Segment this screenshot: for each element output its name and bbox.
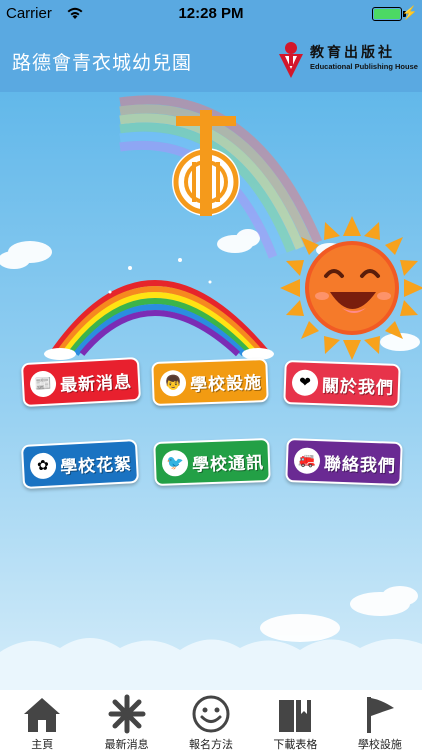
app-header: 路德會青衣城幼兒園 教育出版社 Educational Publishing H…: [0, 28, 422, 92]
smiley-icon: [192, 695, 230, 733]
hydrant-icon: 🚒: [293, 447, 321, 475]
flower-icon: ✿: [29, 452, 57, 480]
asterisk-icon: [108, 694, 146, 734]
tab-enrolment-label: 報名方法: [189, 738, 234, 750]
tab-home[interactable]: 主頁: [0, 690, 84, 750]
flag-icon: [366, 697, 394, 733]
status-bar: Carrier 12:28 PM ⚡: [0, 0, 422, 28]
contact-button-label: 聯絡我們: [323, 453, 397, 477]
heart-icon: ❤: [291, 369, 319, 397]
about-button-label: 關於我們: [321, 375, 395, 399]
home-icon: [24, 698, 61, 732]
home-screen: 📰 最新消息 👦 學校設施 ❤ 關於我們 ✿ 學校花絮 🐦 學校通訊 🚒 聯絡我…: [0, 92, 422, 690]
child-icon: 👦: [159, 369, 187, 397]
battery-icon: [372, 7, 402, 21]
tab-news[interactable]: 最新消息: [84, 690, 168, 750]
highlights-button[interactable]: ✿ 學校花絮: [20, 438, 140, 490]
clock: 12:28 PM: [178, 5, 244, 22]
newsletter-button-label: 學校通訊: [191, 452, 265, 476]
app-title: 路德會青衣城幼兒園: [12, 52, 193, 74]
tab-home-label: 主頁: [31, 738, 54, 750]
about-button[interactable]: ❤ 關於我們: [283, 359, 401, 409]
news-button-label: 最新消息: [59, 371, 133, 396]
contact-button[interactable]: 🚒 聯絡我們: [285, 437, 403, 487]
publisher-mark-icon: [279, 42, 303, 78]
tab-bar: 主頁 最新消息 報名方法 下載表格 學校設施: [0, 690, 422, 750]
cartoon-rainbow: [49, 280, 271, 357]
book-icon: [279, 700, 312, 732]
bird-icon: 🐦: [161, 449, 189, 477]
news-button[interactable]: 📰 最新消息: [20, 356, 142, 408]
facilities-button[interactable]: 👦 學校設施: [151, 357, 269, 407]
tab-news-label: 最新消息: [104, 738, 149, 750]
publisher-name: 教育出版社: [310, 45, 395, 61]
tab-enrolment[interactable]: 報名方法: [169, 690, 253, 750]
tab-facilities-label: 學校設施: [357, 738, 402, 750]
highlights-button-label: 學校花絮: [59, 453, 133, 478]
newspaper-icon: 📰: [29, 370, 57, 398]
publisher-logo: 教育出版社 Educational Publishing House: [278, 40, 418, 82]
publisher-name-en: Educational Publishing House: [310, 62, 418, 71]
tab-facilities[interactable]: 學校設施: [338, 690, 422, 750]
charging-icon: ⚡: [401, 5, 418, 20]
tab-download-forms-label: 下載表格: [273, 738, 318, 750]
newsletter-button[interactable]: 🐦 學校通訊: [153, 437, 271, 487]
tab-download-forms[interactable]: 下載表格: [253, 690, 337, 750]
school-logo: [172, 110, 240, 216]
facilities-button-label: 學校設施: [189, 372, 263, 396]
